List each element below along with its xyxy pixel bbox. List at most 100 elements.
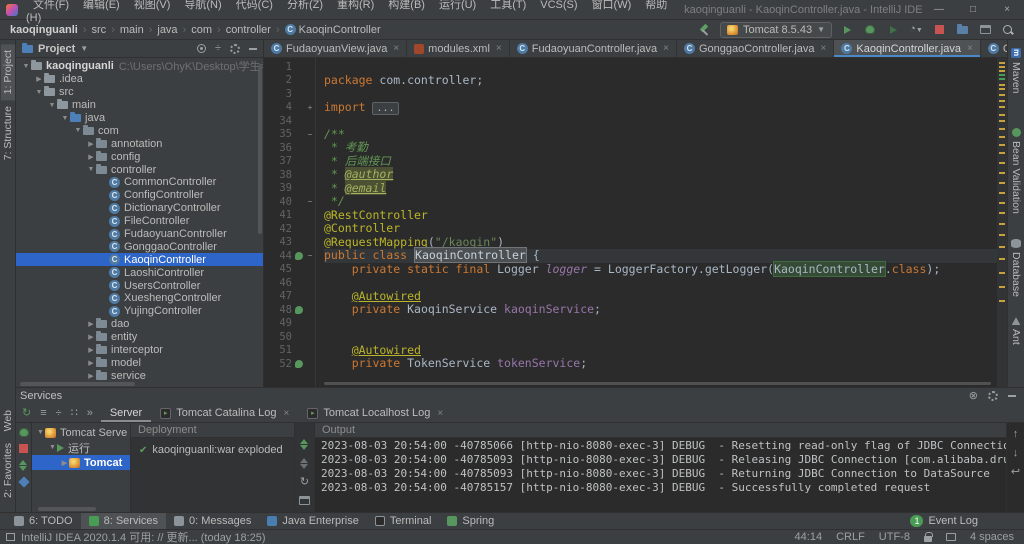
- run-button[interactable]: [839, 22, 855, 38]
- scroll-down-icon[interactable]: ↓: [1013, 448, 1019, 459]
- services-tree-hscrollbar[interactable]: [38, 507, 96, 511]
- code-line[interactable]: [324, 87, 1007, 101]
- error-stripe-mark[interactable]: [999, 100, 1005, 102]
- debug-server-icon[interactable]: [19, 428, 29, 437]
- tree-expander-icon[interactable]: ▶: [86, 346, 96, 354]
- error-stripe-mark[interactable]: [999, 246, 1005, 248]
- error-stripe-mark[interactable]: [999, 223, 1005, 225]
- tool-window-button[interactable]: 0: Messages: [166, 513, 259, 529]
- expand-all-icon[interactable]: ≡: [40, 408, 46, 419]
- code-line[interactable]: [324, 276, 1007, 290]
- project-panel-title[interactable]: Project ▼: [22, 43, 88, 55]
- line-ending[interactable]: CRLF: [836, 531, 865, 543]
- caret-position[interactable]: 44:14: [795, 531, 823, 543]
- tree-expander-icon[interactable]: ▶: [86, 140, 96, 148]
- soft-wrap-icon[interactable]: ↩: [1011, 467, 1020, 478]
- open-browser-icon[interactable]: [299, 496, 310, 505]
- project-tree-hscrollbar[interactable]: [20, 382, 135, 386]
- code-line[interactable]: * 考勤: [324, 141, 1007, 155]
- lock-icon[interactable]: [924, 536, 932, 542]
- error-stripe-mark[interactable]: [999, 62, 1005, 64]
- tree-expander-icon[interactable]: ▶: [86, 153, 96, 161]
- error-stripe-mark[interactable]: [999, 212, 1005, 214]
- error-stripe-mark[interactable]: [999, 258, 1005, 260]
- code-line[interactable]: @Controller: [324, 222, 1007, 236]
- project-tree-row[interactable]: ▼java: [16, 112, 263, 125]
- tree-expander-icon[interactable]: ▼: [48, 444, 57, 451]
- stop-server-icon[interactable]: [19, 444, 28, 453]
- menubar-item[interactable]: VCS(S): [533, 0, 584, 11]
- profiler-button[interactable]: ◔▼: [908, 22, 924, 38]
- breadcrumb-item[interactable]: controller: [224, 24, 273, 36]
- hide-panel-icon[interactable]: [1008, 395, 1016, 397]
- menubar-item[interactable]: 视图(V): [127, 0, 178, 11]
- build-button[interactable]: [697, 22, 713, 38]
- tree-expander-icon[interactable]: ▼: [21, 63, 31, 70]
- code-line[interactable]: */: [324, 195, 1007, 209]
- tool-stripe-button[interactable]: 1: Project: [1, 44, 15, 100]
- menubar-item[interactable]: 工具(T): [483, 0, 533, 11]
- project-tree-row[interactable]: CYujingController: [16, 305, 263, 318]
- error-stripe-mark[interactable]: [999, 94, 1005, 96]
- tree-expander-icon[interactable]: ▶: [34, 75, 44, 83]
- project-tree-row[interactable]: ▼controller: [16, 163, 263, 176]
- error-stripe-mark[interactable]: [999, 286, 1005, 288]
- project-tree-row[interactable]: CGonggaoController: [16, 240, 263, 253]
- error-stripe-mark[interactable]: [999, 114, 1005, 116]
- error-stripe-mark[interactable]: [999, 144, 1005, 146]
- tree-expander-icon[interactable]: ▼: [47, 102, 57, 109]
- tab-close-icon[interactable]: ×: [663, 43, 669, 54]
- project-tree-row[interactable]: CConfigController: [16, 189, 263, 202]
- code-line[interactable]: [324, 114, 1007, 128]
- error-stripe-mark[interactable]: [999, 84, 1005, 86]
- indent-info[interactable]: 4 spaces: [970, 531, 1014, 543]
- error-stripe-mark[interactable]: [999, 78, 1005, 80]
- tool-window-button[interactable]: 8: Services: [81, 513, 166, 529]
- close-button[interactable]: ×: [990, 0, 1024, 19]
- code-line[interactable]: @Autowired: [324, 290, 1007, 304]
- error-stripe-mark[interactable]: [999, 182, 1005, 184]
- project-tree-row[interactable]: CFudaoyuanController: [16, 228, 263, 241]
- tab-close-icon[interactable]: ×: [437, 408, 443, 419]
- project-tree-vscrollbar[interactable]: [258, 64, 262, 234]
- menubar-item[interactable]: 重构(R): [330, 0, 381, 11]
- error-stripe-mark[interactable]: [999, 172, 1005, 174]
- error-stripe-mark[interactable]: [999, 152, 1005, 154]
- rerun-server-icon[interactable]: ↻: [22, 408, 31, 419]
- error-stripe-mark[interactable]: [999, 128, 1005, 130]
- code-line[interactable]: @Autowired: [324, 344, 1007, 358]
- tree-expander-icon[interactable]: ▶: [86, 333, 96, 341]
- status-message[interactable]: IntelliJ IDEA 2020.1.4 可用: // 更新... (tod…: [21, 529, 266, 544]
- event-log-button[interactable]: 1Event Log: [910, 515, 1018, 527]
- collapse-all-icon[interactable]: ÷: [215, 43, 221, 54]
- editor-tab[interactable]: CKaoqinController.java×: [834, 40, 980, 57]
- code-line[interactable]: private KaoqinService kaoqinService;: [324, 303, 1007, 317]
- error-stripe-mark[interactable]: [999, 70, 1005, 72]
- spring-bean-icon[interactable]: [295, 252, 303, 260]
- error-stripe-mark[interactable]: [999, 88, 1005, 90]
- tab-close-icon[interactable]: ×: [821, 43, 827, 54]
- project-tree-row[interactable]: ▶interceptor: [16, 344, 263, 357]
- code-line[interactable]: @RequestMapping("/kaoqin"): [324, 236, 1007, 250]
- tool-window-button[interactable]: Java Enterprise: [259, 513, 366, 529]
- tab-close-icon[interactable]: ×: [496, 43, 502, 54]
- code-line[interactable]: @RestController: [324, 209, 1007, 223]
- locate-icon[interactable]: [197, 44, 206, 53]
- project-tree-row[interactable]: CLaoshiController: [16, 266, 263, 279]
- services-tab[interactable]: ▸Tomcat Localhost Log×: [298, 404, 452, 422]
- gear-icon[interactable]: [230, 44, 240, 54]
- tree-expander-icon[interactable]: ▼: [73, 127, 83, 134]
- services-tab[interactable]: ▸Tomcat Catalina Log×: [151, 404, 298, 422]
- project-tree-row[interactable]: ▶config: [16, 150, 263, 163]
- project-tree-row[interactable]: CCommonController: [16, 176, 263, 189]
- editor-code[interactable]: package com.controller;import .../** * 考…: [316, 58, 1007, 387]
- gear-icon[interactable]: [988, 391, 998, 401]
- code-line[interactable]: package com.controller;: [324, 74, 1007, 88]
- tab-close-icon[interactable]: ×: [393, 43, 399, 54]
- tool-window-button[interactable]: 6: TODO: [6, 513, 81, 529]
- run-configuration-select[interactable]: Tomcat 8.5.43 ▼: [720, 22, 832, 38]
- error-stripe-mark[interactable]: [999, 234, 1005, 236]
- group-by-icon[interactable]: ∷: [71, 408, 78, 419]
- fold-marker[interactable]: −: [305, 251, 315, 260]
- tool-window-button[interactable]: Spring: [439, 513, 502, 529]
